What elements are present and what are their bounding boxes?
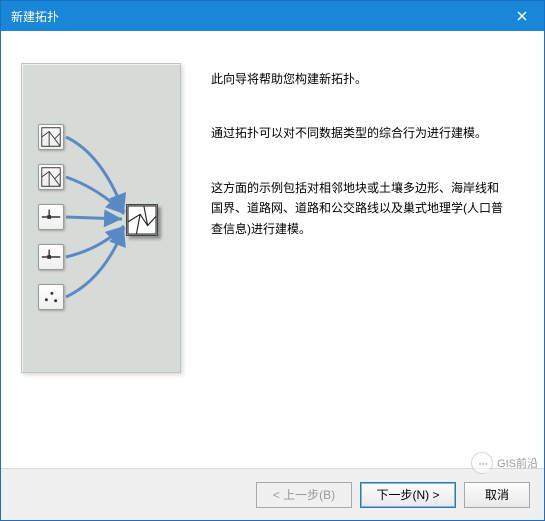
- polygon-features-icon: [38, 164, 64, 190]
- close-icon: [517, 11, 527, 21]
- line-node-icon: [38, 204, 64, 230]
- line-node-icon: [38, 244, 64, 270]
- close-button[interactable]: [500, 1, 544, 31]
- next-button[interactable]: 下一步(N) >: [360, 482, 456, 508]
- content-area: 此向导将帮助您构建新拓扑。 通过拓扑可以对不同数据类型的综合行为进行建模。 这方…: [1, 31, 544, 468]
- title-bar: 新建拓扑: [1, 1, 544, 31]
- back-button: < 上一步(B): [256, 482, 352, 508]
- intro-paragraph-1: 此向导将帮助您构建新拓扑。: [211, 69, 510, 89]
- button-bar: < 上一步(B) 下一步(N) > 取消: [1, 468, 544, 520]
- illustration-panel: [21, 63, 181, 373]
- description-column: 此向导将帮助您构建新拓扑。 通过拓扑可以对不同数据类型的综合行为进行建模。 这方…: [181, 53, 524, 468]
- points-icon: [38, 284, 64, 310]
- wizard-window: 新建拓扑: [0, 0, 545, 521]
- cancel-button[interactable]: 取消: [464, 482, 530, 508]
- intro-paragraph-2: 通过拓扑可以对不同数据类型的综合行为进行建模。: [211, 123, 510, 143]
- window-title: 新建拓扑: [11, 8, 59, 25]
- topology-result-icon: [126, 204, 158, 236]
- polygon-features-icon: [38, 124, 64, 150]
- intro-paragraph-3: 这方面的示例包括对相邻地块或土壤多边形、海岸线和国界、道路网、道路和公交路线以及…: [211, 178, 510, 239]
